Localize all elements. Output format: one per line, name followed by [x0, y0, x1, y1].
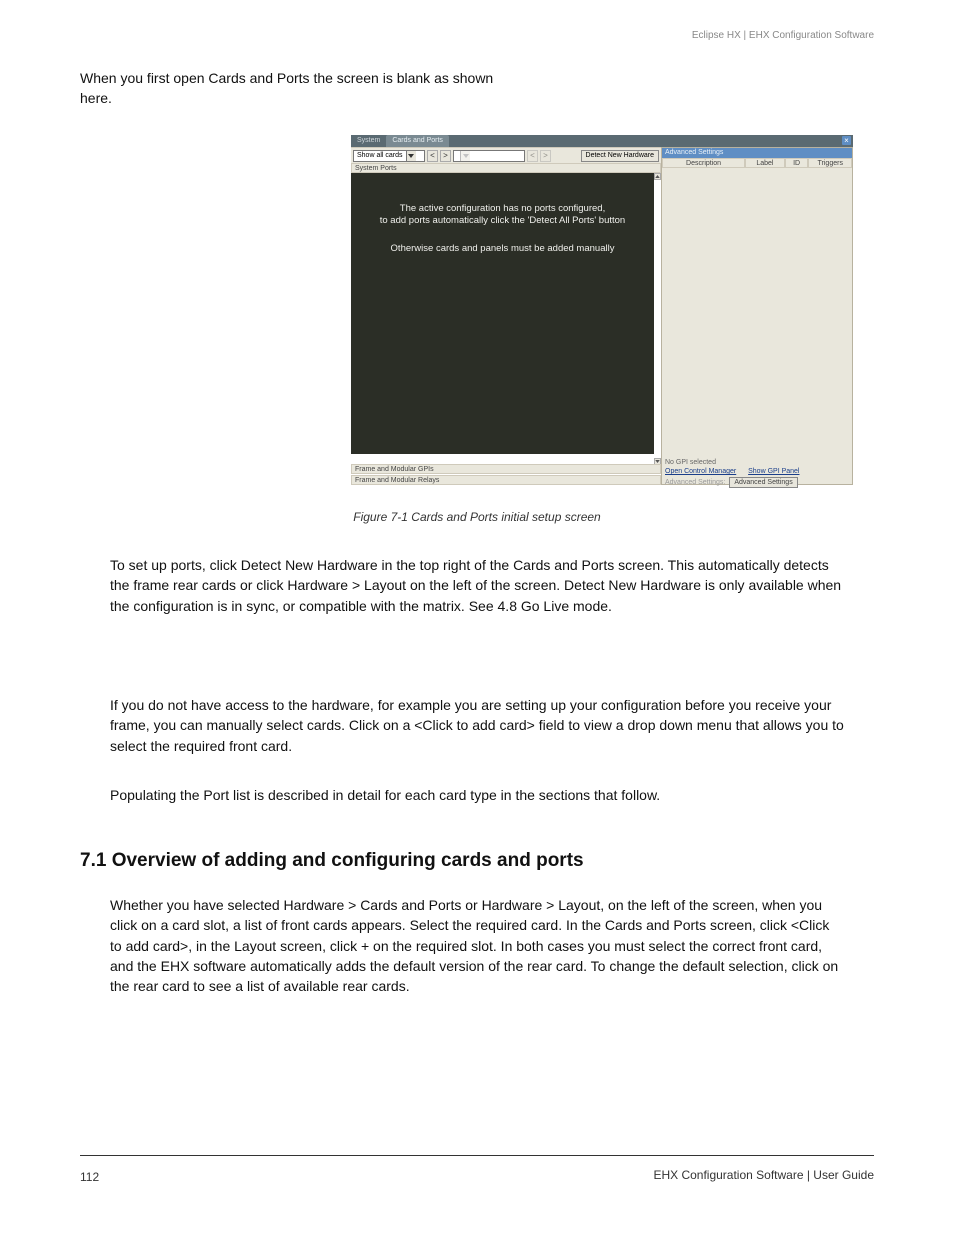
- page-number: 112: [80, 1170, 99, 1184]
- nav-prev-button-disabled: <: [527, 150, 538, 162]
- paragraph-manual2: Populating the Port list is described in…: [0, 785, 954, 805]
- close-icon[interactable]: ×: [842, 136, 851, 145]
- advanced-settings-panel: Advanced Settings Description Label ID T…: [661, 147, 853, 485]
- footer-rule: [80, 1155, 874, 1156]
- no-gpi-selected-text: No GPI selected: [665, 459, 849, 466]
- col-triggers[interactable]: Triggers: [808, 158, 852, 168]
- frame-gpis-header[interactable]: Frame and Modular GPIs: [351, 464, 661, 474]
- figure-screenshot: System Cards and Ports × Show all cards …: [351, 135, 853, 485]
- advanced-settings-title: Advanced Settings: [662, 148, 852, 158]
- frame-relays-header[interactable]: Frame and Modular Relays: [351, 475, 661, 485]
- show-gpi-panel-link[interactable]: Show GPI Panel: [748, 468, 799, 475]
- nav-next-button-disabled: >: [540, 150, 551, 162]
- tab-cards-and-ports[interactable]: Cards and Ports: [386, 135, 449, 147]
- overview-heading: 7.1 Overview of adding and configuring c…: [80, 850, 584, 872]
- overview-body: Whether you have selected Hardware > Car…: [0, 895, 954, 996]
- footer-manual-title: EHX Configuration Software | User Guide: [653, 1168, 874, 1182]
- tab-bar: System Cards and Ports ×: [351, 135, 853, 147]
- advanced-settings-label: Advanced Settings:: [665, 479, 725, 486]
- advanced-settings-body: [662, 168, 852, 458]
- col-id[interactable]: ID: [785, 158, 809, 168]
- intro-text-line2: here.: [0, 90, 954, 106]
- advanced-settings-button[interactable]: Advanced Settings: [729, 477, 797, 488]
- chevron-down-icon[interactable]: [406, 151, 416, 161]
- scroll-up-icon[interactable]: [654, 173, 661, 180]
- advanced-settings-footer: No GPI selected Open Control Manager Sho…: [662, 456, 852, 484]
- page-header-id: Eclipse HX | EHX Configuration Software: [692, 30, 874, 41]
- ports-canvas: The active configuration has no ports co…: [351, 173, 654, 454]
- intro-text-line1: When you first open Cards and Ports the …: [0, 70, 954, 86]
- canvas-message-line3: Otherwise cards and panels must be added…: [351, 243, 654, 254]
- tab-system[interactable]: System: [351, 135, 386, 147]
- show-cards-combo-text: Show all cards: [354, 151, 406, 161]
- paragraph-detect: To set up ports, click Detect New Hardwa…: [0, 555, 954, 616]
- col-label[interactable]: Label: [745, 158, 785, 168]
- chevron-down-icon[interactable]: [460, 151, 470, 161]
- canvas-message-line1: The active configuration has no ports co…: [351, 203, 654, 214]
- nav-prev-button[interactable]: <: [427, 150, 438, 162]
- detect-new-hardware-button[interactable]: Detect New Hardware: [581, 150, 659, 162]
- col-description[interactable]: Description: [662, 158, 745, 168]
- toolbar: Show all cards < > < > Detect New Hardwa…: [351, 147, 661, 163]
- open-control-manager-link[interactable]: Open Control Manager: [665, 468, 736, 475]
- nav-next-button[interactable]: >: [440, 150, 451, 162]
- show-cards-combo[interactable]: Show all cards: [353, 150, 425, 162]
- system-ports-header[interactable]: System Ports: [351, 163, 661, 173]
- secondary-combo[interactable]: [453, 150, 525, 162]
- figure-caption: Figure 7-1 Cards and Ports initial setup…: [0, 510, 954, 524]
- advanced-settings-columns: Description Label ID Triggers: [662, 158, 852, 168]
- paragraph-manual: If you do not have access to the hardwar…: [0, 695, 954, 756]
- canvas-message-line2: to add ports automatically click the 'De…: [351, 215, 654, 226]
